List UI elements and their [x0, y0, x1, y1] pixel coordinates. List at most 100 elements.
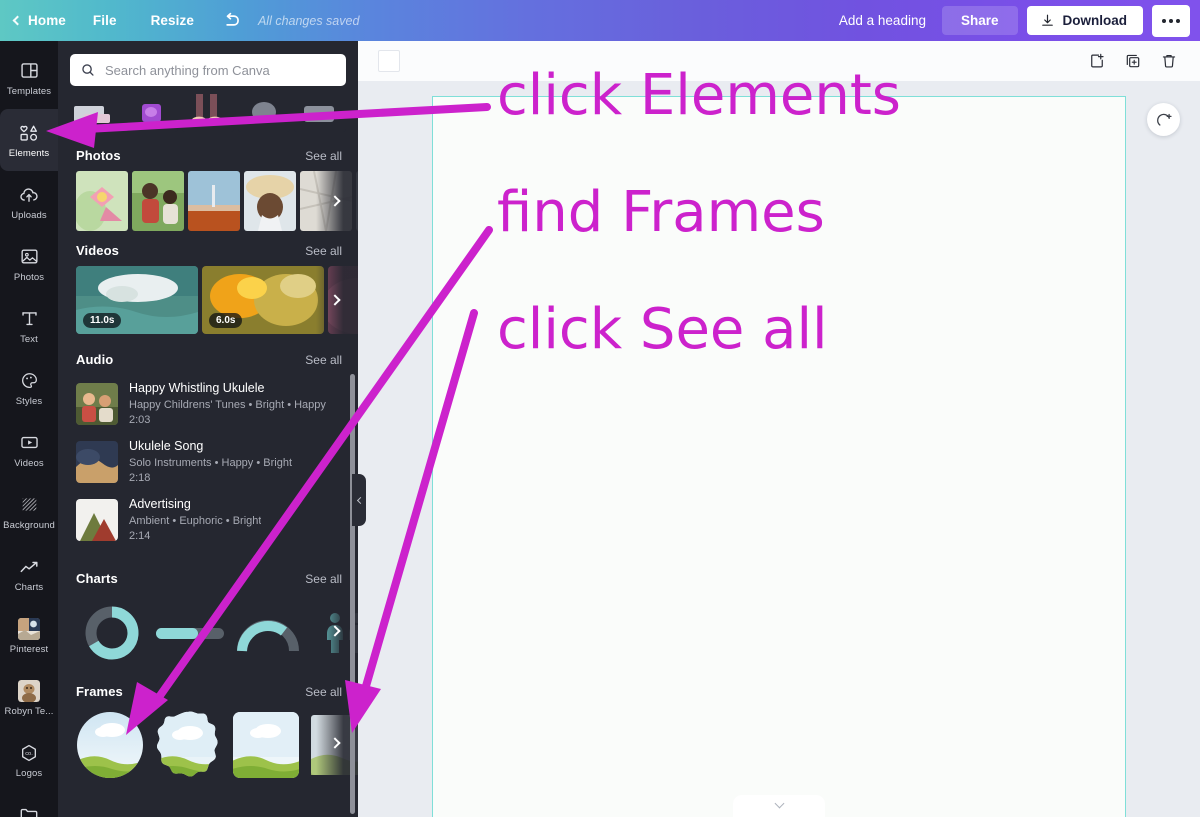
chart-progressbar-thumbnail[interactable]	[154, 602, 226, 664]
page-thumbnail-icon[interactable]	[378, 50, 400, 72]
frame-scalloped-thumbnail[interactable]	[154, 711, 226, 779]
videos-next-button[interactable]	[324, 289, 346, 311]
duplicate-page-button[interactable]	[1122, 50, 1144, 72]
frames-row[interactable]	[58, 707, 358, 779]
photos-next-button[interactable]	[324, 190, 346, 212]
sidebar-item-elements[interactable]: Elements	[0, 109, 58, 171]
photo-thumbnail[interactable]	[244, 171, 296, 231]
audio-list-item[interactable]: Happy Whistling Ukulele Happy Childrens'…	[58, 375, 358, 433]
panel-scrollbar[interactable]	[350, 374, 355, 814]
add-heading-button[interactable]: Add a heading	[823, 13, 942, 28]
expand-page-button[interactable]	[733, 795, 825, 817]
design-canvas-page[interactable]	[432, 96, 1126, 817]
sidebar-item-videos[interactable]: Videos	[0, 419, 58, 481]
element-thumbnail[interactable]	[182, 94, 234, 132]
panel-scroll-area[interactable]: Photos See all Videos See all 11.0s 6.0s…	[58, 94, 358, 817]
video-duration: 11.0s	[83, 313, 122, 328]
audio-thumbnail	[76, 383, 118, 425]
audio-list-item[interactable]: Advertising Ambient • Euphoric • Bright …	[58, 491, 358, 549]
frames-section-title: Frames	[76, 684, 123, 699]
sidebar-item-background[interactable]: Background	[0, 481, 58, 543]
frame-circle-thumbnail[interactable]	[76, 711, 148, 779]
app-thumb-icon	[18, 679, 40, 702]
uploads-cloud-icon	[18, 183, 41, 206]
home-button[interactable]: Home	[0, 0, 76, 41]
audio-meta: Happy Whistling Ukulele Happy Childrens'…	[129, 380, 326, 428]
add-page-icon	[1091, 53, 1104, 68]
sidebar-item-charts[interactable]: Charts	[0, 543, 58, 605]
videos-row[interactable]: 11.0s 6.0s	[58, 266, 358, 334]
file-menu[interactable]: File	[76, 0, 134, 41]
sidebar-item-styles[interactable]: Styles	[0, 357, 58, 419]
frames-next-button[interactable]	[324, 732, 346, 754]
elements-panel: Photos See all	[58, 41, 358, 817]
charts-next-button[interactable]	[324, 620, 346, 642]
elements-icon	[18, 121, 41, 144]
download-button[interactable]: Download	[1026, 6, 1143, 35]
line-chart-icon	[18, 555, 41, 578]
audio-thumbnail	[76, 441, 118, 483]
sidebar-label-photos: Photos	[13, 272, 45, 283]
element-thumbnail[interactable]	[70, 94, 122, 132]
frame-rounded-square-thumbnail[interactable]	[232, 711, 304, 779]
share-button[interactable]: Share	[941, 6, 1018, 35]
search-box[interactable]	[70, 54, 346, 86]
element-thumbnail[interactable]	[238, 94, 290, 132]
undo-button[interactable]	[211, 0, 256, 41]
panel-collapse-chevron-icon	[356, 496, 364, 504]
charts-see-all[interactable]: See all	[305, 572, 342, 586]
sidebar-item-uploads[interactable]: Uploads	[0, 171, 58, 233]
audio-meta: Advertising Ambient • Euphoric • Bright …	[129, 496, 261, 544]
more-options-button[interactable]	[1152, 4, 1190, 37]
photo-thumbnail[interactable]	[132, 171, 184, 231]
photo-thumbnail[interactable]	[188, 171, 240, 231]
chart-gauge-thumbnail[interactable]	[232, 602, 304, 664]
audio-section-title: Audio	[76, 352, 114, 367]
videos-section-header: Videos See all	[58, 231, 358, 266]
search-input[interactable]	[105, 62, 336, 78]
sidebar-label-styles: Styles	[15, 396, 43, 407]
element-thumbnail[interactable]	[126, 94, 178, 132]
sidebar-item-robyn-te[interactable]: Robyn Te...	[0, 667, 58, 729]
video-thumbnail[interactable]: 11.0s	[76, 266, 198, 334]
duplicate-page-icon	[1126, 54, 1140, 68]
magic-refresh-icon	[1156, 113, 1172, 126]
delete-page-button[interactable]	[1158, 50, 1180, 72]
sidebar-item-templates[interactable]: Templates	[0, 47, 58, 109]
video-duration: 6.0s	[209, 313, 243, 328]
video-thumbnail[interactable]: 6.0s	[202, 266, 324, 334]
chevron-right-icon	[329, 294, 341, 306]
audio-list-item[interactable]: Ukulele Song Solo Instruments • Happy • …	[58, 433, 358, 491]
download-arrow-icon	[1041, 14, 1053, 26]
sidebar-item-text[interactable]: Text	[0, 295, 58, 357]
sidebar-item-logos[interactable]: co. Logos	[0, 729, 58, 791]
sidebar-label-pinterest: Pinterest	[9, 643, 49, 655]
charts-row[interactable]	[58, 594, 358, 668]
photos-section-title: Photos	[76, 148, 121, 163]
sidebar-label-background: Background	[3, 520, 55, 531]
top-toolbar: Home File Resize All changes saved Add a…	[0, 0, 1200, 41]
add-page-button[interactable]	[1086, 50, 1108, 72]
frames-see-all[interactable]: See all	[305, 685, 342, 699]
photos-section-header: Photos See all	[58, 136, 358, 171]
photos-see-all[interactable]: See all	[305, 149, 342, 163]
audio-see-all[interactable]: See all	[305, 353, 342, 367]
sidebar-item-folders[interactable]: Folders	[0, 791, 58, 817]
chart-donut-thumbnail[interactable]	[76, 602, 148, 664]
resize-button[interactable]: Resize	[134, 0, 211, 41]
photo-thumbnail[interactable]	[356, 171, 358, 231]
audio-thumbnail	[76, 499, 118, 541]
panel-collapse-button[interactable]	[352, 474, 366, 526]
photos-row[interactable]	[58, 171, 358, 231]
audio-title: Ukulele Song	[129, 439, 204, 453]
sidebar-label-logos: Logos	[15, 768, 43, 779]
canvas-workspace	[358, 41, 1200, 817]
videos-see-all[interactable]: See all	[305, 244, 342, 258]
sidebar-item-pinterest[interactable]: Pinterest	[0, 605, 58, 667]
search-icon	[82, 64, 94, 76]
sidebar-item-photos[interactable]: Photos	[0, 233, 58, 295]
audio-title: Advertising	[129, 497, 191, 511]
magic-refresh-button[interactable]	[1147, 103, 1180, 136]
element-thumbnail[interactable]	[294, 94, 346, 132]
photo-thumbnail[interactable]	[76, 171, 128, 231]
